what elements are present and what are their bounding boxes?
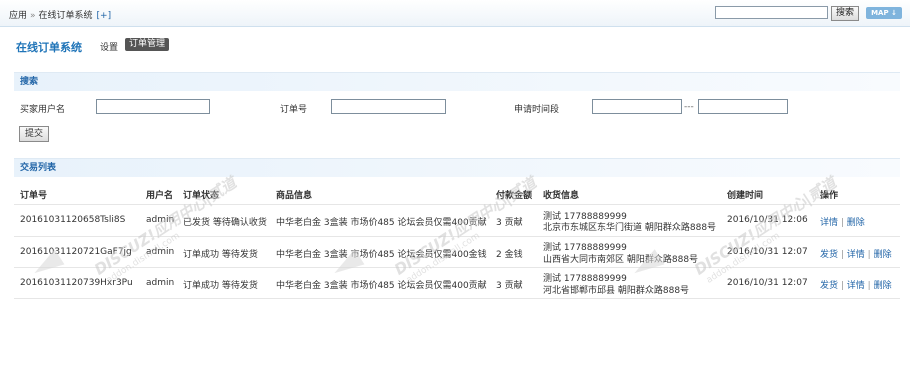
col-actions: 操作 — [820, 191, 839, 201]
shipping-address-cell: 河北省邯郸市邱县 朝阳群众路888号 — [543, 286, 690, 296]
order-number-cell: 20161031120721GaF7jg — [20, 247, 132, 257]
username-cell: admin — [146, 215, 175, 225]
product-cell: 中华老白金 3盒装 市场价485 论坛会员仅需400贡献 — [276, 281, 487, 291]
action-separator: | — [838, 218, 847, 228]
tab-settings[interactable]: 设置 — [100, 40, 118, 53]
col-username: 用户名 — [146, 191, 174, 201]
buyer-username-input[interactable] — [96, 99, 210, 114]
breadcrumb-current-link[interactable]: 在线订单系统 — [39, 11, 93, 21]
search-section-title: 搜索 — [14, 72, 900, 91]
created-time-cell: 2016/10/31 12:07 — [727, 278, 808, 288]
row-divider — [14, 267, 900, 268]
ship-link[interactable]: 发货 — [820, 250, 838, 260]
top-bar: 应用» 在线订单系统 [+] 搜索 MAP ↓ — [0, 0, 910, 27]
buyer-username-label: 买家用户名 — [20, 105, 66, 115]
delete-link[interactable]: 删除 — [874, 281, 892, 291]
col-product-info: 商品信息 — [276, 191, 313, 201]
action-separator: | — [838, 281, 847, 291]
order-number-label: 订单号 — [280, 105, 308, 115]
actions-cell: 发货 | 详情 | 删除 — [820, 278, 892, 291]
shipping-address-cell: 北京市东城区东华门街道 朝阳群众路888号 — [543, 223, 717, 233]
status-cell: 订单成功 等待发货 — [183, 281, 258, 291]
action-separator: | — [864, 281, 874, 291]
date-to-input[interactable] — [698, 99, 788, 114]
breadcrumb-root-link[interactable]: 应用 — [9, 11, 27, 21]
product-cell: 中华老白金 3盒装 市场价485 论坛会员仅需400贡献 — [276, 218, 487, 228]
amount-cell: 3 贡献 — [496, 281, 523, 291]
date-range-separator: --- — [684, 102, 694, 112]
global-search-input[interactable] — [715, 6, 828, 19]
order-number-cell: 20161031120658Tsli8S — [20, 215, 126, 225]
amount-cell: 3 贡献 — [496, 218, 523, 228]
delete-link[interactable]: 删除 — [874, 250, 892, 260]
order-number-input[interactable] — [331, 99, 446, 114]
col-payment-amount: 付款金额 — [496, 191, 533, 201]
order-list-section-title: 交易列表 — [14, 158, 900, 177]
add-shortcut-link[interactable]: [+] — [97, 11, 112, 21]
status-cell: 已发货 等待确认收货 — [183, 218, 267, 228]
app-title: 在线订单系统 — [16, 41, 82, 54]
details-link[interactable]: 详情 — [847, 281, 865, 291]
submit-button[interactable]: 提交 — [19, 126, 49, 142]
col-order-number: 订单号 — [20, 191, 48, 201]
col-created-time: 创建时间 — [727, 191, 764, 201]
tab-order-management[interactable]: 订单管理 — [125, 38, 170, 51]
delete-link[interactable]: 删除 — [847, 218, 865, 228]
action-separator: | — [838, 250, 847, 260]
details-link[interactable]: 详情 — [820, 218, 838, 228]
breadcrumb: 应用» 在线订单系统 [+] — [9, 8, 111, 21]
date-range-label: 申请时间段 — [514, 105, 560, 115]
global-search-button[interactable]: 搜索 — [831, 6, 859, 21]
row-divider — [14, 236, 900, 237]
map-button[interactable]: MAP ↓ — [866, 7, 902, 19]
username-cell: admin — [146, 278, 175, 288]
shipping-address-cell: 山西省大同市南郊区 朝阳群众路888号 — [543, 255, 699, 265]
col-order-status: 订单状态 — [183, 191, 220, 201]
actions-cell: 详情 | 删除 — [820, 215, 865, 228]
product-cell: 中华老白金 3盒装 市场价485 论坛会员仅需400金钱 — [276, 250, 487, 260]
col-shipping-info: 收货信息 — [543, 191, 580, 201]
action-separator: | — [864, 250, 874, 260]
date-from-input[interactable] — [592, 99, 682, 114]
created-time-cell: 2016/10/31 12:06 — [727, 215, 808, 225]
status-cell: 订单成功 等待发货 — [183, 250, 258, 260]
actions-cell: 发货 | 详情 | 删除 — [820, 247, 892, 260]
order-number-cell: 20161031120739Hxr3Pu — [20, 278, 133, 288]
row-divider — [14, 204, 900, 205]
details-link[interactable]: 详情 — [847, 250, 865, 260]
username-cell: admin — [146, 247, 175, 257]
breadcrumb-separator: » — [30, 11, 36, 21]
ship-link[interactable]: 发货 — [820, 281, 838, 291]
row-divider — [14, 298, 900, 299]
amount-cell: 2 金钱 — [496, 250, 523, 260]
created-time-cell: 2016/10/31 12:07 — [727, 247, 808, 257]
